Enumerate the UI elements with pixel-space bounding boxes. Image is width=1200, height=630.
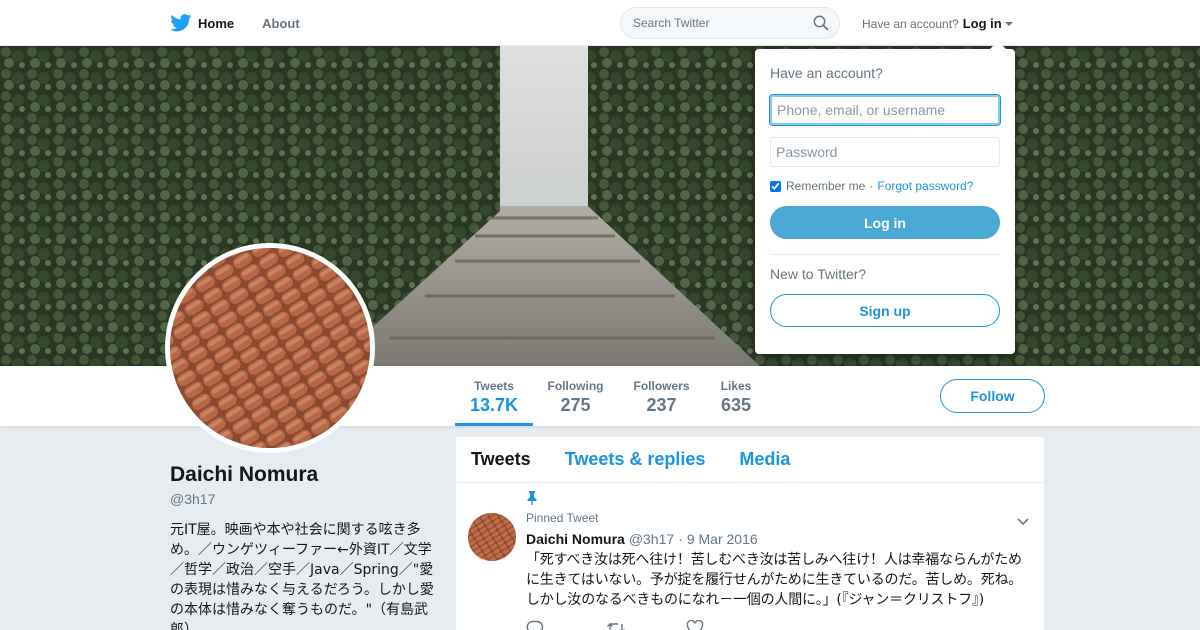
tweet-date[interactable]: 9 Mar 2016 xyxy=(687,531,758,547)
follow-button[interactable]: Follow xyxy=(940,379,1045,413)
nav-home-link[interactable]: Home xyxy=(170,14,234,32)
profile-avatar[interactable] xyxy=(165,243,375,453)
login-toggle-label: Log in xyxy=(962,16,1002,31)
profile-name[interactable]: Daichi Nomura xyxy=(170,463,318,487)
stat-value: 635 xyxy=(720,395,752,415)
stat-followers[interactable]: Followers 237 xyxy=(628,366,695,426)
stat-tweets[interactable]: Tweets 13.7K xyxy=(455,366,533,426)
timeline: Tweets Tweets & replies Media Pinned Twe… xyxy=(456,437,1044,630)
profile-handle[interactable]: @3h17 xyxy=(170,491,215,507)
search-icon[interactable] xyxy=(813,15,829,31)
new-to-twitter-text: New to Twitter? xyxy=(770,266,867,282)
tweet-author-name[interactable]: Daichi Nomura xyxy=(526,531,625,547)
login-dropdown-title: Have an account? xyxy=(770,65,883,81)
avatar-roof-tiles-image xyxy=(170,248,370,448)
login-toggle[interactable]: Log in xyxy=(963,16,1013,31)
caret-down-icon xyxy=(1004,22,1013,26)
have-account-text: Have an account? xyxy=(862,16,959,31)
username-field[interactable] xyxy=(769,94,1001,126)
pinned-label: Pinned Tweet xyxy=(526,510,599,525)
reply-icon xyxy=(526,620,544,630)
have-account-area: Have an account? Log in xyxy=(862,16,1013,31)
stat-label: Tweets xyxy=(474,379,514,393)
login-dropdown: Have an account? Remember me · Forgot pa… xyxy=(755,41,1015,354)
stat-label: Following xyxy=(547,379,604,393)
tweet-separator: · xyxy=(678,531,683,547)
stat-value: 237 xyxy=(646,395,677,415)
forgot-password-link[interactable]: Forgot password? xyxy=(877,179,973,193)
remember-me-label[interactable]: Remember me xyxy=(786,179,865,193)
nav-about-label: About xyxy=(262,15,300,31)
timeline-tabs: Tweets Tweets & replies Media xyxy=(456,437,1044,483)
stat-label: Followers xyxy=(633,379,690,393)
tweet-text: 「死すべき汝は死へ往け！苦しむべき汝は苦しみへ往け！人は幸福ならんがために生きて… xyxy=(526,552,1023,608)
twitter-bird-icon xyxy=(170,14,192,32)
search-input[interactable] xyxy=(633,16,813,30)
remember-separator: · xyxy=(869,179,874,193)
signup-button[interactable]: Sign up xyxy=(770,294,1000,327)
search-box xyxy=(620,7,840,39)
stat-value: 275 xyxy=(560,395,591,415)
tab-tweets-replies[interactable]: Tweets & replies xyxy=(565,449,706,470)
like-button[interactable] xyxy=(686,620,766,630)
tweet-header: Daichi Nomura @3h17 · 9 Mar 2016 xyxy=(526,529,1029,549)
stat-likes[interactable]: Likes 635 xyxy=(715,366,757,426)
retweet-icon xyxy=(607,623,625,630)
login-submit-button[interactable]: Log in xyxy=(770,206,1000,239)
remember-me-checkbox[interactable] xyxy=(770,180,781,192)
nav-home-label: Home xyxy=(198,15,235,31)
reply-button[interactable] xyxy=(526,620,606,630)
like-icon xyxy=(686,620,704,630)
tweet-avatar[interactable] xyxy=(468,513,516,561)
retweet-button[interactable] xyxy=(606,620,686,630)
pin-icon xyxy=(527,491,537,505)
tab-media[interactable]: Media xyxy=(739,449,790,470)
tweet-avatar-image xyxy=(468,513,516,561)
tweet-actions xyxy=(526,620,1029,630)
nav-left: Home About xyxy=(170,0,328,46)
stat-label: Likes xyxy=(720,379,752,393)
password-field[interactable] xyxy=(770,137,1000,167)
profile-bio: 元IT屋。映画や本や社会に関する呟き多め。／ウンゲツィーファー←外資IT／文学／… xyxy=(170,522,434,630)
tweet-author-handle[interactable]: @3h17 xyxy=(629,531,674,547)
remember-row: Remember me · Forgot password? xyxy=(770,179,1000,193)
divider xyxy=(770,254,1000,255)
tab-tweets[interactable]: Tweets xyxy=(471,449,531,470)
tweet[interactable]: Pinned Tweet Daichi Nomura @3h17 · 9 Mar… xyxy=(456,483,1044,630)
nav-about-link[interactable]: About xyxy=(262,16,300,31)
stat-following[interactable]: Following 275 xyxy=(543,366,608,426)
stat-value: 13.7K xyxy=(469,395,519,415)
chevron-down-icon[interactable] xyxy=(1016,517,1030,527)
top-navigation-bar: Home About Have an account? Log in xyxy=(0,0,1200,46)
